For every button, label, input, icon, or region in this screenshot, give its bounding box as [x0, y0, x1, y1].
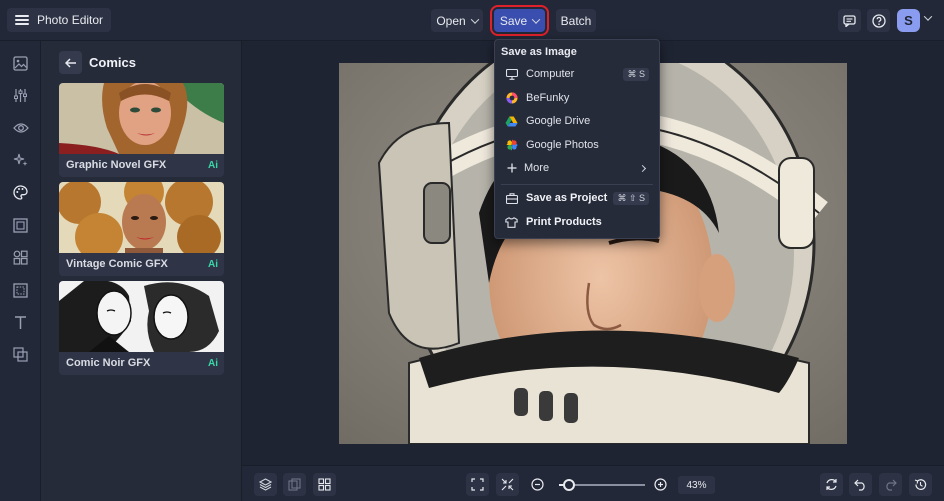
sliders-icon[interactable]	[12, 87, 29, 104]
save-button[interactable]: Save	[490, 5, 549, 36]
help-icon	[871, 13, 886, 28]
briefcase-icon	[505, 192, 518, 205]
item-label: Print Products	[526, 216, 602, 228]
frame-icon[interactable]	[12, 217, 29, 234]
zoom-slider-knob[interactable]	[563, 479, 576, 491]
effects-panel: Comics Graphic Novel GFX Ai Vintage Comi…	[41, 41, 242, 501]
user-avatar-button[interactable]: S	[897, 9, 920, 32]
zoom-slider[interactable]	[559, 479, 645, 491]
google-photos-icon	[505, 139, 518, 152]
item-label: Computer	[526, 68, 575, 80]
chevron-down-icon	[470, 14, 479, 24]
shrink-icon	[501, 478, 514, 491]
texture-icon[interactable]	[12, 282, 29, 299]
fit-to-screen-button[interactable]	[466, 473, 489, 496]
top-bar: Photo Editor Open Save Batch S	[0, 0, 944, 41]
graphic-novel-thumbnail	[59, 83, 224, 154]
reset-button[interactable]	[820, 473, 843, 496]
save-google-drive-item[interactable]: Google Drive	[495, 110, 659, 132]
vintage-comic-thumbnail	[59, 182, 224, 253]
befunky-icon	[505, 92, 518, 105]
save-computer-item[interactable]: Computer ⌘ S	[495, 63, 659, 85]
compare-icon	[288, 478, 301, 491]
expand-icon	[471, 478, 484, 491]
ai-badge: Ai	[208, 160, 218, 171]
card-label: Vintage Comic GFX	[66, 258, 168, 270]
chevron-down-icon[interactable]	[923, 12, 933, 21]
save-befunky-item[interactable]: BeFunky	[495, 87, 659, 109]
layers-button[interactable]	[254, 473, 277, 496]
redo-icon	[886, 479, 897, 491]
print-products-item[interactable]: Print Products	[495, 211, 659, 233]
grid-view-button[interactable]	[313, 473, 336, 496]
card-label: Graphic Novel GFX	[66, 159, 167, 171]
shapes-icon[interactable]	[12, 249, 29, 266]
chevron-down-icon	[531, 14, 541, 24]
open-label: Open	[436, 13, 466, 28]
zoom-in-icon[interactable]	[654, 478, 667, 491]
effect-card-vintage-comic[interactable]: Vintage Comic GFX Ai	[59, 182, 224, 276]
google-drive-icon	[505, 115, 518, 128]
shortcut-badge: ⌘ S	[623, 67, 649, 81]
item-label: Save as Project	[526, 192, 608, 204]
main-menu-button[interactable]: Photo Editor	[7, 8, 112, 32]
effect-card-comic-noir[interactable]: Comic Noir GFX Ai	[59, 281, 224, 375]
sparkle-icon[interactable]	[12, 151, 29, 168]
text-icon[interactable]	[12, 314, 29, 331]
ai-badge: Ai	[208, 358, 218, 369]
avatar-initial: S	[904, 13, 913, 28]
layers-icon[interactable]	[12, 346, 29, 363]
shortcut-badge: ⌘ ⇧ S	[613, 191, 649, 205]
history-button[interactable]	[909, 473, 932, 496]
save-label: Save	[499, 13, 528, 28]
item-label: BeFunky	[526, 92, 570, 104]
tool-rail	[0, 41, 41, 501]
menu-divider	[501, 184, 653, 185]
save-as-project-item[interactable]: Save as Project ⌘ ⇧ S	[495, 187, 659, 209]
item-label: Google Drive	[526, 115, 591, 127]
compare-button[interactable]	[283, 473, 306, 496]
monitor-icon	[505, 68, 518, 81]
save-google-photos-item[interactable]: Google Photos	[495, 134, 659, 156]
app-title: Photo Editor	[37, 13, 104, 27]
hamburger-icon	[15, 15, 29, 25]
batch-label: Batch	[560, 13, 592, 28]
help-button[interactable]	[867, 9, 890, 32]
shirt-icon	[505, 216, 518, 229]
layers-stack-icon	[259, 478, 272, 491]
save-more-item[interactable]: More	[495, 157, 659, 179]
save-menu-heading: Save as Image	[501, 46, 577, 58]
refresh-icon	[826, 479, 837, 490]
open-button[interactable]: Open	[431, 9, 483, 32]
item-label: Google Photos	[526, 139, 599, 151]
actual-size-button[interactable]	[496, 473, 519, 496]
zoom-percentage[interactable]: 43%	[678, 476, 715, 494]
card-label: Comic Noir GFX	[66, 357, 151, 369]
save-menu: Save as Image Computer ⌘ S BeFunky Googl…	[494, 39, 660, 239]
undo-icon	[854, 479, 865, 491]
ai-badge: Ai	[208, 259, 218, 270]
back-button[interactable]	[59, 51, 82, 74]
effect-card-graphic-novel[interactable]: Graphic Novel GFX Ai	[59, 83, 224, 177]
palette-icon[interactable]	[12, 184, 29, 201]
eye-icon[interactable]	[12, 119, 29, 136]
batch-button[interactable]: Batch	[556, 9, 596, 32]
comic-noir-thumbnail	[59, 281, 224, 352]
feedback-button[interactable]	[838, 9, 861, 32]
image-icon[interactable]	[12, 55, 29, 72]
undo-button[interactable]	[849, 473, 872, 496]
grid-icon	[318, 478, 331, 491]
redo-button[interactable]	[879, 473, 902, 496]
plus-icon	[505, 162, 518, 175]
panel-title: Comics	[89, 55, 136, 70]
bottom-toolbar: 43%	[242, 465, 944, 501]
arrow-left-icon	[64, 57, 76, 68]
item-label: More	[524, 162, 550, 174]
zoom-out-icon[interactable]	[531, 478, 544, 491]
chat-icon	[843, 14, 856, 27]
chevron-right-icon	[638, 164, 647, 172]
history-icon	[914, 479, 927, 490]
